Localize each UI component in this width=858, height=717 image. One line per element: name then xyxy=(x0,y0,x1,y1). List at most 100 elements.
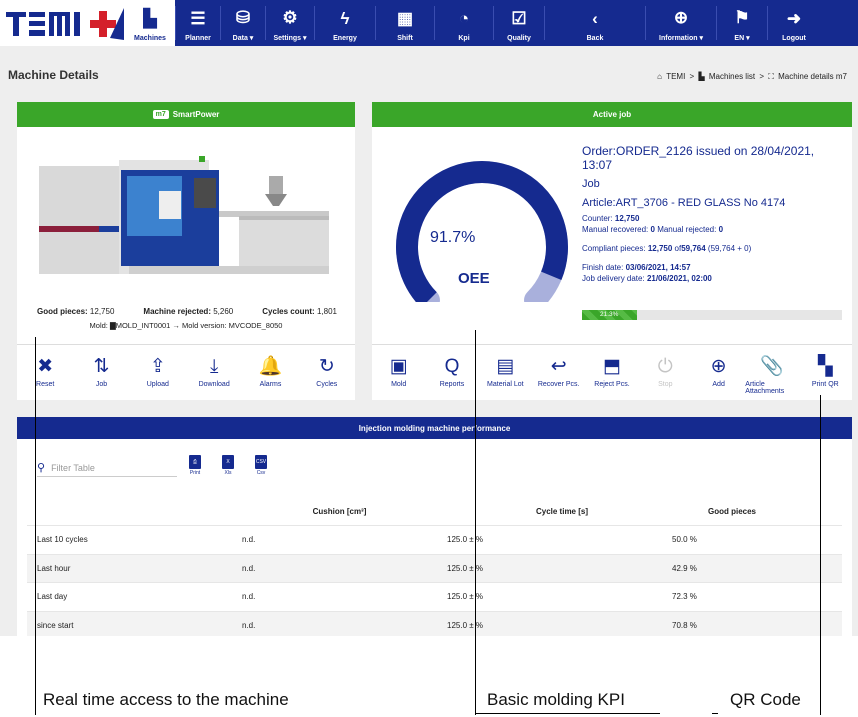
nav-label: Energy xyxy=(333,35,357,42)
main-nav: ▙ Machines ☰ Planner ⛁ Data ▾ ⚙ Settings ▾ ϟ Ener… xyxy=(125,0,858,46)
nav-item-7[interactable]: ☑ Quality xyxy=(494,0,544,46)
job-button[interactable]: ⇅ Job xyxy=(73,345,129,400)
upload-button[interactable]: ⇪ Upload xyxy=(130,345,186,400)
search-icon: ⚲ xyxy=(37,462,46,474)
home-icon: ⌂ xyxy=(657,72,662,81)
machine-badge: m7 xyxy=(152,110,169,119)
action-label: Alarms xyxy=(259,381,282,388)
nav-item-10[interactable]: ⚑ EN ▾ xyxy=(717,0,767,46)
page-title: Machine Details xyxy=(8,68,99,82)
nav-label: Settings ▾ xyxy=(273,35,307,42)
breadcrumb-home[interactable]: TEMI xyxy=(666,72,685,81)
machine-card: m7 SmartPower Good pieces: 12,750 Machin… xyxy=(17,102,355,400)
nav-item-9[interactable]: ⊕ Information ▾ xyxy=(646,0,716,46)
temi-logo[interactable] xyxy=(6,8,124,40)
annotation-realtime: Real time access to the machine xyxy=(43,690,289,709)
stop-button[interactable]: ⏻ Stop xyxy=(639,345,692,400)
article-line: Article:ART_3706 - RED GLASS No 4174 xyxy=(582,197,786,209)
reject-pcs-button[interactable]: ⬒ Reject Pcs. xyxy=(585,345,638,400)
power-icon: ⏻ xyxy=(657,356,673,377)
active-job-header: Active job xyxy=(372,102,852,127)
nav-label: Quality xyxy=(507,35,531,42)
table-cell: n.d. xyxy=(242,620,256,630)
job-progress-bar: 21.3% xyxy=(582,310,842,320)
download-button[interactable]: ⤓ Download xyxy=(186,345,242,400)
recover-pcs-button[interactable]: ↩ Recover Pcs. xyxy=(532,345,585,400)
nav-item-4[interactable]: ϟ Energy xyxy=(315,0,375,46)
close-circle-icon: ✖ xyxy=(37,356,54,377)
article-attachments-button[interactable]: 📎 Article Attachments xyxy=(745,345,798,400)
reports-icon: Q xyxy=(444,356,460,377)
nav-label: Machines xyxy=(134,35,166,42)
recover-icon: ↩ xyxy=(550,356,567,377)
annotation-kpi: Basic molding KPI xyxy=(487,690,625,709)
material-lot-button[interactable]: ▤ Material Lot xyxy=(479,345,532,400)
good-pieces-stat: Good pieces: 12,750 xyxy=(37,307,115,316)
column-header[interactable]: Cushion [cm³] xyxy=(237,507,442,516)
action-label: Recover Pcs. xyxy=(537,381,580,388)
action-label: Reject Pcs. xyxy=(594,381,630,388)
callout-line-right xyxy=(820,395,821,715)
xls-export-button[interactable]: X Xls xyxy=(222,455,234,476)
factory-icon: ▙ xyxy=(143,9,157,28)
xls-icon: X xyxy=(222,455,234,469)
performance-panel: Injection molding machine performance ⚲ … xyxy=(17,417,852,636)
annotation-qr: QR Code xyxy=(730,690,801,709)
sort-icon: ⇅ xyxy=(93,356,110,377)
list-icon: ☰ xyxy=(190,9,206,28)
nav-item-8[interactable]: ‹ Back xyxy=(545,0,645,46)
mold-button[interactable]: ▣ Mold xyxy=(372,345,425,400)
column-header[interactable]: Good pieces xyxy=(652,507,842,516)
table-cell: Last day xyxy=(37,592,68,602)
export-label: Csv xyxy=(256,470,266,476)
job-info: Order:ORDER_2126 issued on 28/04/2021, 1… xyxy=(582,144,842,284)
paperclip-icon: 📎 xyxy=(760,356,784,377)
qr-icon: ▚ xyxy=(817,356,833,377)
nav-item-6[interactable]: ◔ Kpi xyxy=(435,0,493,46)
flag-icon: ⚑ xyxy=(734,8,750,27)
table-cell: 70.8 % xyxy=(672,620,697,630)
reset-button[interactable]: ✖ Reset xyxy=(17,345,73,400)
table-row: Last day n.d. 125.0 ± % 72.3 % xyxy=(27,582,842,611)
nav-label: Logout xyxy=(782,35,806,42)
annotation-kpi-underline xyxy=(476,713,660,714)
table-header: Cushion [cm³] Cycle time [s] Good pieces xyxy=(27,497,842,525)
alarms-button[interactable]: 🔔 Alarms xyxy=(242,345,298,400)
material-icon: ▤ xyxy=(496,356,515,377)
filter-table-input[interactable]: ⚲ Filter Table xyxy=(37,459,177,477)
cycles-button[interactable]: ↻ Cycles xyxy=(299,345,355,400)
mold-info: Mold: ▇MOLD_INT0001 → Mold version: MVCO… xyxy=(89,321,283,330)
gear-icon: ⚙ xyxy=(282,8,298,27)
nav-item-2[interactable]: ⛁ Data ▾ xyxy=(221,0,265,46)
add-button[interactable]: ⊕ Add xyxy=(692,345,745,400)
cycles-count-stat: Cycles count: 1,801 xyxy=(262,307,337,316)
nav-item-11[interactable]: ➜ Logout xyxy=(768,0,820,46)
action-label: Stop xyxy=(658,381,673,388)
nav-item-3[interactable]: ⚙ Settings ▾ xyxy=(266,0,314,46)
nav-label: Planner xyxy=(185,35,211,42)
job-line: Job xyxy=(582,178,600,190)
reports-button[interactable]: Q Reports xyxy=(425,345,478,400)
breadcrumb-machines-list[interactable]: Machines list xyxy=(709,72,755,81)
print-export-button[interactable]: ⎙ Print xyxy=(189,455,201,476)
job-progress-fill: 21.3% xyxy=(582,310,638,320)
delivery-line: Job delivery date: 21/06/2021, 02:00 xyxy=(582,274,712,283)
csv-export-button[interactable]: CSV Csv xyxy=(255,455,267,476)
column-header[interactable]: Cycle time [s] xyxy=(442,507,652,516)
nav-item-1[interactable]: ☰ Planner xyxy=(176,0,220,46)
table-cell: n.d. xyxy=(242,592,256,602)
table-cell: n.d. xyxy=(242,535,256,545)
table-cell: 125.0 ± % xyxy=(447,592,483,602)
gauge-icon: ◔ xyxy=(458,9,470,28)
reject-icon: ⬒ xyxy=(603,356,621,377)
print-qr-button[interactable]: ▚ Print QR xyxy=(799,345,852,400)
nav-item-5[interactable]: ▦ Shift xyxy=(376,0,434,46)
nav-label: Kpi xyxy=(458,35,470,42)
export-label: Print xyxy=(189,470,201,476)
action-label: Job xyxy=(95,381,108,388)
nav-item-0[interactable]: ▙ Machines xyxy=(125,0,175,46)
table-row: since start n.d. 125.0 ± % 70.8 % xyxy=(27,610,842,636)
refresh-icon: ↻ xyxy=(318,356,335,377)
breadcrumb-current: Machine details m7 xyxy=(778,72,847,81)
table-cell: 50.0 % xyxy=(672,535,697,545)
